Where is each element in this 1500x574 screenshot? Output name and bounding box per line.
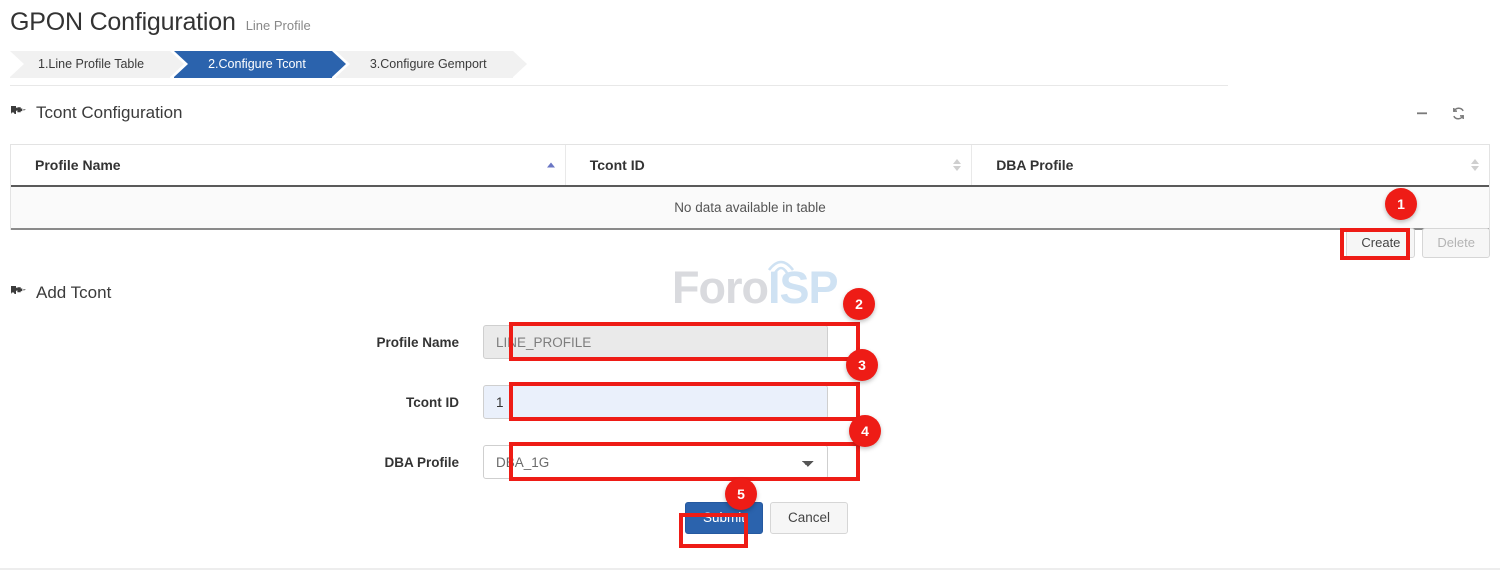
column-header-profile-name[interactable]: Profile Name [11,145,565,186]
table-header-row: Profile Name Tcont ID DBA Profile [11,145,1489,186]
section-title: Add Tcont [36,283,111,303]
column-header-tcont-id-label: Tcont ID [590,157,645,173]
wizard-step-2-label: 2.Configure Tcont [208,57,306,71]
sort-none-icon[interactable] [1471,159,1479,171]
delete-button[interactable]: Delete [1422,228,1490,258]
page-header: GPON Configuration Line Profile [10,8,311,37]
page-subtitle: Line Profile [246,18,311,33]
tcont-id-label: Tcont ID [0,395,483,410]
profile-name-input[interactable] [483,325,828,359]
page-title: GPON Configuration [10,8,236,37]
column-header-dba-profile-label: DBA Profile [996,157,1073,173]
form-row-dba-profile: DBA Profile DBA_1G [0,442,1500,482]
wizard-step-3[interactable]: 3.Configure Gemport [336,51,513,78]
panel-title: Tcont Configuration [36,103,182,123]
watermark-text-isp: ISP [768,262,838,313]
column-header-profile-name-label: Profile Name [35,157,121,173]
tcont-id-input[interactable] [483,385,828,419]
page-bottom-divider [0,568,1500,570]
annotation-badge-2: 2 [843,288,875,320]
dba-profile-select[interactable]: DBA_1G [483,445,828,479]
profile-name-label: Profile Name [0,335,483,350]
wizard-step-1[interactable]: 1.Line Profile Table [10,51,170,78]
wizard-divider [10,85,1228,86]
sort-ascending-icon[interactable] [547,163,555,168]
panel-tools [1415,106,1490,121]
column-header-tcont-id[interactable]: Tcont ID [565,145,971,186]
minus-icon[interactable] [1415,106,1429,120]
foroisp-watermark: ForoISP [672,265,838,310]
form-row-tcont-id: Tcont ID [0,382,1500,422]
wizard-step-3-label: 3.Configure Gemport [370,57,487,71]
puzzle-icon [10,105,27,121]
create-button[interactable]: Create [1346,228,1415,258]
grid-actions: Create Delete [1346,228,1490,258]
table-row: No data available in table [11,186,1489,229]
tcont-table: Profile Name Tcont ID DBA Profile No dat… [10,144,1490,230]
submit-button[interactable]: Submit [685,502,763,534]
refresh-icon[interactable] [1451,106,1466,121]
cancel-button[interactable]: Cancel [770,502,848,534]
dba-profile-label: DBA Profile [0,455,483,470]
tcont-configuration-panel-header: Tcont Configuration [10,103,1490,123]
watermark-text-foro: Foro [672,262,768,313]
puzzle-icon [10,285,27,301]
form-actions: Submit Cancel [0,502,1500,534]
form-row-profile-name: Profile Name [0,322,1500,362]
table-empty-message: No data available in table [11,186,1489,229]
wizard-steps: 1.Line Profile Table 2.Configure Tcont 3… [10,51,517,78]
add-tcont-form: Profile Name Tcont ID DBA Profile DBA_1G… [0,322,1500,534]
sort-none-icon[interactable] [953,159,961,171]
wizard-step-2[interactable]: 2.Configure Tcont [174,51,332,78]
column-header-dba-profile[interactable]: DBA Profile [972,145,1489,186]
add-tcont-section-header: Add Tcont [10,283,111,303]
wizard-step-1-label: 1.Line Profile Table [38,57,144,71]
watermark-signal-icon [766,256,796,274]
